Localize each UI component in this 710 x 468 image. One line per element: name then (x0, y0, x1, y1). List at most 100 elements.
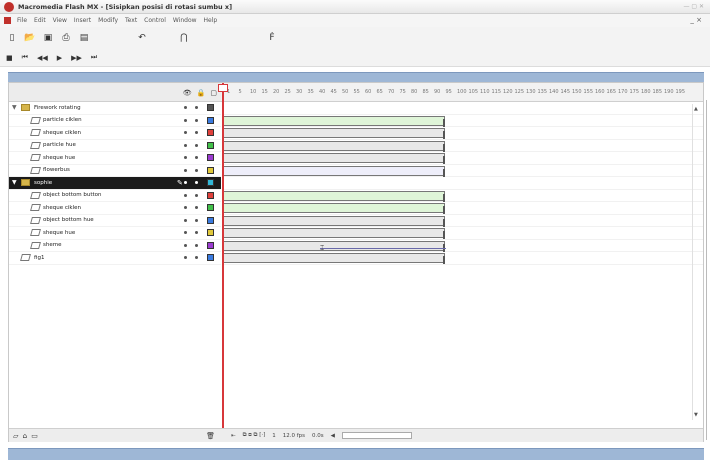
tween-span[interactable] (223, 115, 445, 127)
tween-span[interactable] (223, 153, 445, 164)
timeline-panel-title-bar[interactable] (8, 72, 704, 82)
outline-color-toggle[interactable] (207, 166, 214, 174)
layer-folder-row[interactable]: ▼ Firework rotating (9, 102, 221, 115)
outline-color-toggle[interactable] (207, 141, 214, 149)
end-keyframe[interactable] (443, 131, 445, 139)
frame-row[interactable] (223, 127, 703, 140)
text-tool-icon[interactable]: Ḟ (266, 33, 278, 44)
layer-row[interactable]: object bottom hue (9, 215, 221, 227)
end-keyframe[interactable] (443, 118, 445, 127)
lock-toggle[interactable] (195, 193, 198, 197)
tween-span[interactable] (223, 190, 445, 202)
visibility-toggle[interactable] (184, 243, 187, 247)
new-icon[interactable]: ▯ (6, 33, 18, 44)
frame-row[interactable] (223, 227, 703, 240)
layer-folder-row[interactable]: ▼ sophie ✎ (9, 177, 221, 190)
visibility-toggle[interactable] (184, 256, 187, 260)
stop-icon[interactable]: ■ (6, 54, 13, 62)
frame-row[interactable] (223, 140, 703, 152)
tween-span[interactable] (223, 128, 445, 139)
menu-help[interactable]: Help (204, 17, 218, 24)
menu-edit[interactable]: Edit (34, 17, 46, 24)
frame-row[interactable]: ⌶ (223, 240, 703, 252)
visibility-toggle[interactable] (184, 118, 187, 122)
menu-modify[interactable]: Modify (98, 17, 118, 24)
lock-toggle[interactable] (195, 218, 198, 222)
lock-toggle[interactable] (195, 118, 198, 122)
menu-window[interactable]: Window (173, 17, 197, 24)
preview-icon[interactable]: ▤ (78, 33, 90, 44)
outline-color-toggle[interactable] (207, 154, 214, 162)
undo-icon[interactable]: ↶ (136, 33, 148, 44)
scroll-down-icon[interactable]: ▼ (694, 412, 698, 418)
layer-row[interactable]: fig1 (9, 252, 221, 265)
properties-panel-title-bar[interactable] (8, 448, 704, 460)
scroll-up-icon[interactable]: ▲ (694, 106, 698, 112)
open-icon[interactable]: 📂 (24, 33, 36, 44)
menu-insert[interactable]: Insert (74, 17, 91, 24)
frame-grid[interactable]: ⌶ (223, 102, 703, 265)
visibility-toggle[interactable] (184, 131, 187, 135)
visibility-toggle[interactable] (184, 206, 187, 210)
horizontal-scrollbar[interactable] (341, 432, 412, 439)
expand-arrow-icon[interactable]: ▼ (12, 179, 17, 186)
lock-icon[interactable]: 🔒 (197, 89, 206, 97)
layer-row[interactable]: object bottom button (9, 190, 221, 202)
tween-span[interactable] (223, 228, 445, 239)
layer-row[interactable]: sheque hue (9, 227, 221, 240)
play-icon[interactable]: ▶ (57, 54, 62, 62)
layer-row[interactable]: particle hue (9, 140, 221, 152)
end-keyframe[interactable] (443, 156, 445, 164)
lock-toggle[interactable] (195, 156, 198, 160)
frame-row[interactable] (223, 115, 703, 127)
print-icon[interactable]: ⎙ (60, 33, 72, 44)
lock-toggle[interactable] (195, 168, 198, 172)
delete-layer-icon[interactable]: 🗑 (206, 432, 215, 440)
menu-view[interactable]: View (53, 17, 67, 24)
visibility-toggle[interactable] (184, 218, 187, 222)
outline-color-toggle[interactable] (207, 229, 214, 237)
tween-span[interactable] (223, 165, 445, 177)
tween-span[interactable] (223, 215, 445, 227)
frame-row[interactable] (223, 177, 703, 190)
onion-skin-icons[interactable]: ⧉ ⧈ ⧉ [·] (243, 432, 266, 439)
visibility-toggle[interactable] (184, 231, 187, 235)
step-forward-icon[interactable]: ▶▶ (71, 54, 82, 62)
frame-row[interactable] (223, 202, 703, 215)
lock-toggle[interactable] (195, 131, 198, 135)
layer-row[interactable]: flowerbus (9, 165, 221, 177)
window-controls[interactable]: — ▢ ✕ (683, 3, 704, 10)
end-keyframe[interactable] (443, 143, 445, 152)
layer-row[interactable]: sheme (9, 240, 221, 252)
frame-row[interactable] (223, 190, 703, 202)
visibility-toggle[interactable] (184, 156, 187, 160)
frame-row[interactable] (223, 152, 703, 165)
end-icon[interactable]: ⏭ (91, 53, 97, 62)
end-keyframe[interactable] (443, 193, 445, 202)
tween-span[interactable] (223, 140, 445, 152)
menu-control[interactable]: Control (144, 17, 166, 24)
outline-icon[interactable]: ▢ (210, 89, 217, 97)
center-frame-icon[interactable]: ⇤ (231, 433, 236, 439)
layer-row[interactable]: sheque hue (9, 152, 221, 165)
playhead-handle[interactable] (218, 84, 228, 92)
outline-color-toggle[interactable] (207, 191, 214, 199)
expand-arrow-icon[interactable]: ▼ (12, 104, 17, 111)
add-layer-icons[interactable]: ▱ ⌂ ▭ (13, 432, 39, 440)
frame-ruler[interactable]: 1 5 10 15 20 25 30 35 40 45 50 55 60 65 70 75 80 85 90 95 10… (221, 83, 703, 102)
menu-text[interactable]: Text (125, 17, 137, 24)
lock-toggle[interactable] (195, 231, 198, 235)
visibility-toggle[interactable] (184, 143, 187, 147)
outline-color-toggle[interactable] (207, 129, 214, 137)
lock-toggle[interactable] (195, 106, 198, 110)
outline-color-toggle[interactable] (207, 179, 214, 187)
outline-color-toggle[interactable] (207, 204, 214, 212)
outline-color-toggle[interactable] (207, 241, 214, 249)
outline-color-toggle[interactable] (207, 116, 214, 124)
frame-row[interactable] (223, 102, 703, 115)
outline-color-toggle[interactable] (207, 254, 214, 262)
menu-file[interactable]: File (17, 17, 27, 24)
tween-span[interactable]: ⌶ (223, 240, 446, 252)
end-keyframe[interactable] (443, 206, 445, 214)
layer-row[interactable]: sheque ciklen (9, 127, 221, 140)
